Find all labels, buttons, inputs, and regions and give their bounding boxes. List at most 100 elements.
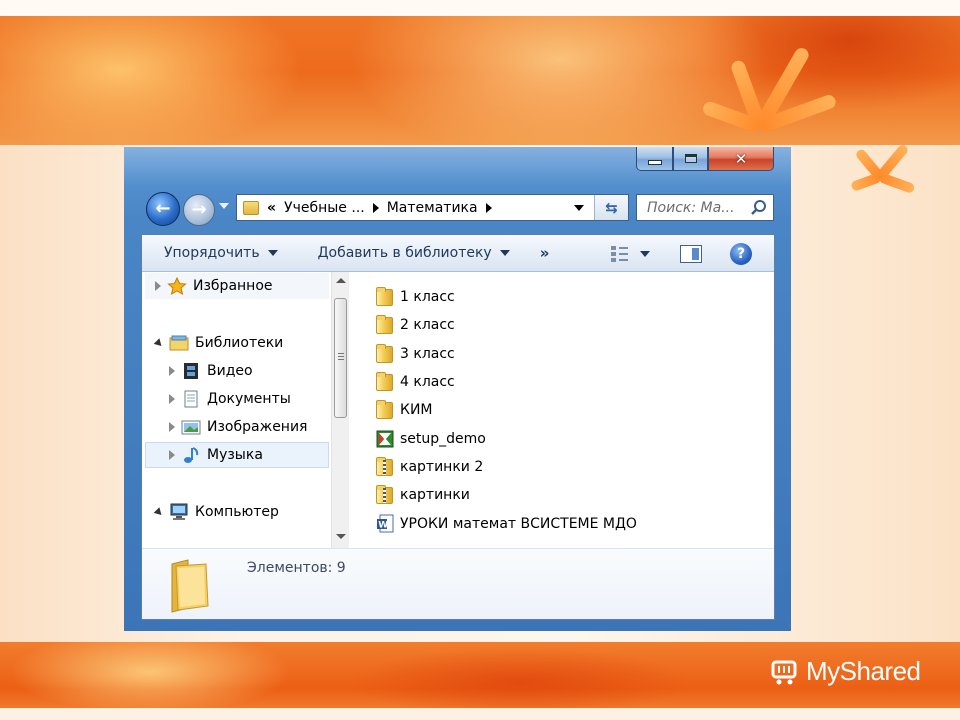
navigation-pane: Избранное Библиотеки Видео Документы Изо… [142, 272, 354, 548]
address-bar[interactable]: « Учебные ... Математика [236, 194, 629, 221]
file-name: картинки 2 [400, 458, 484, 475]
nav-label-pictures: Изображения [207, 419, 308, 435]
file-list-item[interactable]: 2 класс [376, 311, 766, 339]
libraries-icon [169, 334, 189, 352]
breadcrumb-arrow-icon[interactable] [372, 202, 379, 213]
address-history-dropdown[interactable] [574, 204, 584, 211]
file-name: 3 класс [400, 345, 455, 362]
recent-pages-dropdown[interactable] [219, 203, 229, 209]
help-icon[interactable]: ? [730, 243, 752, 265]
command-bar: Упорядочить Добавить в библиотеку » ? [142, 235, 774, 272]
organize-label: Упорядочить [164, 245, 260, 261]
slide-top-margin [0, 0, 960, 16]
collapse-arrow-icon[interactable] [153, 337, 165, 349]
view-controls: ? [610, 243, 752, 265]
file-list-item[interactable]: КИМ [376, 396, 766, 424]
expand-arrow-icon[interactable] [169, 366, 175, 376]
collapse-arrow-icon[interactable] [153, 506, 165, 518]
folder-icon [243, 200, 259, 215]
folder-icon [376, 343, 394, 364]
address-segment-1[interactable]: Учебные ... [284, 200, 365, 216]
file-list-item[interactable]: 4 класс [376, 368, 766, 396]
details-pane: Элементов: 9 [142, 548, 774, 619]
item-count: Элементов: 9 [247, 560, 346, 576]
nav-item-favorites[interactable]: Избранное [145, 273, 329, 299]
close-button[interactable]: ✕ [708, 147, 774, 171]
breadcrumb-arrow-icon[interactable] [485, 202, 492, 213]
expand-arrow-icon[interactable] [169, 422, 175, 432]
file-name: 2 класс [400, 317, 455, 334]
preview-pane-icon[interactable] [680, 245, 702, 263]
nav-item-libraries[interactable]: Библиотеки [145, 330, 329, 356]
expand-arrow-icon[interactable] [169, 394, 175, 404]
add-to-library-menu[interactable]: Добавить в библиотеку [318, 245, 510, 261]
refresh-button[interactable]: ⇆ [594, 195, 628, 220]
organize-menu[interactable]: Упорядочить [164, 245, 278, 261]
file-name: картинки [400, 487, 470, 504]
nav-item-documents[interactable]: Документы [145, 386, 329, 412]
nav-item-video[interactable]: Видео [145, 358, 329, 384]
nav-pane-scrollbar[interactable] [331, 272, 349, 548]
word-document-icon: W [376, 514, 394, 534]
forward-button[interactable]: → [183, 194, 215, 226]
file-list: 1 класс 2 класс 3 класс 4 класс КИМ setup_dem… [376, 283, 766, 538]
scroll-down-arrow-icon[interactable] [336, 534, 346, 539]
pictures-library-icon [181, 418, 201, 436]
nav-item-computer[interactable]: Компьютер [145, 499, 329, 525]
file-list-item[interactable]: картинки [376, 481, 766, 509]
more-commands-button[interactable]: » [540, 244, 550, 262]
close-icon: ✕ [734, 149, 748, 168]
expand-arrow-icon[interactable] [169, 450, 175, 460]
minimize-button[interactable] [636, 147, 673, 171]
myshared-logo: MyShared [770, 656, 921, 687]
add-to-library-label: Добавить в библиотеку [317, 245, 492, 261]
file-name: УРОКИ математ ВСИСТЕМЕ МДО [400, 515, 637, 532]
nav-item-music[interactable]: Музыка [145, 442, 329, 468]
file-list-item[interactable]: картинки 2 [376, 453, 766, 481]
search-icon[interactable] [749, 198, 769, 218]
search-box[interactable]: Поиск: Ма... [636, 194, 774, 221]
scroll-up-arrow-icon[interactable] [336, 278, 346, 283]
file-name: setup_demo [400, 430, 486, 447]
folder-icon [376, 372, 394, 392]
back-button[interactable]: ← [146, 192, 180, 226]
folder-icon [376, 315, 394, 335]
file-list-item[interactable]: 1 класс [376, 283, 766, 311]
nav-item-pictures[interactable]: Изображения [145, 414, 329, 440]
file-list-item[interactable]: W УРОКИ математ ВСИСТЕМЕ МДО [376, 509, 766, 537]
nav-label-documents: Документы [207, 391, 291, 407]
file-list-item[interactable]: 3 класс [376, 340, 766, 368]
explorer-window: ✕ ← → « Учебные ... Математика ⇆ Поиск: … [124, 147, 791, 631]
documents-library-icon [181, 390, 201, 408]
maximize-button[interactable] [673, 147, 708, 171]
folder-icon [376, 400, 394, 420]
chevron-down-icon [499, 250, 510, 256]
address-overflow[interactable]: « [267, 200, 276, 216]
star-icon [167, 276, 187, 296]
slide-header-band [0, 0, 960, 145]
chevron-down-icon [267, 250, 278, 256]
search-input[interactable]: Поиск: Ма... [647, 200, 749, 216]
expand-arrow-icon[interactable] [155, 281, 161, 291]
content-frame: Упорядочить Добавить в библиотеку » ? Из… [141, 234, 775, 620]
video-library-icon [181, 362, 201, 380]
maximize-icon [684, 154, 697, 163]
file-name: 4 класс [400, 374, 455, 391]
scrollbar-thumb[interactable] [334, 298, 347, 418]
folder-large-icon [168, 558, 212, 614]
change-view-icon[interactable] [610, 245, 630, 263]
address-segment-2[interactable]: Математика [387, 200, 478, 216]
file-list-item[interactable]: setup_demo [376, 424, 766, 452]
computer-icon [169, 503, 189, 521]
nav-label-music: Музыка [207, 447, 263, 463]
slide-bottom-margin [0, 708, 960, 720]
view-options-dropdown[interactable] [640, 251, 650, 257]
nav-label-libraries: Библиотеки [195, 335, 284, 351]
arrow-left-icon: ← [155, 198, 171, 219]
music-library-icon [181, 446, 201, 464]
refresh-icon: ⇆ [605, 198, 618, 217]
nav-label-computer: Компьютер [195, 504, 279, 520]
zip-folder-icon [376, 485, 394, 505]
file-name: КИМ [400, 402, 433, 419]
nav-label-video: Видео [207, 363, 253, 379]
